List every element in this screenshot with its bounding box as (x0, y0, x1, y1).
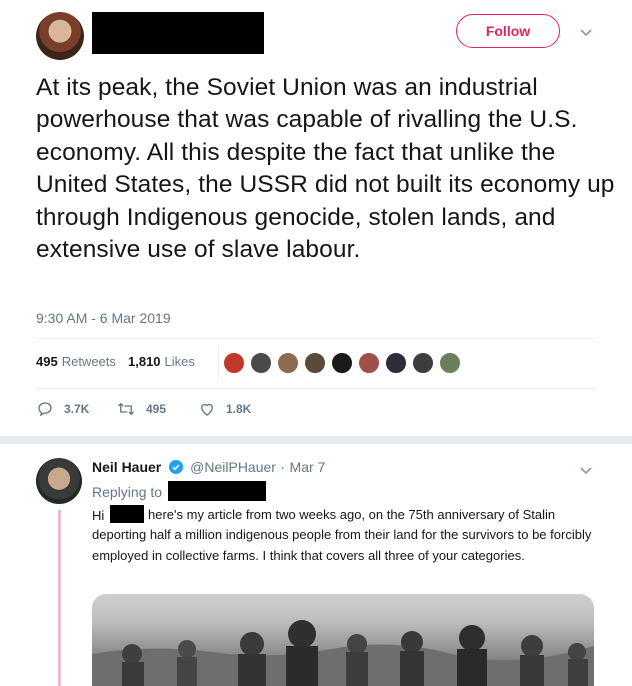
reply-author-name[interactable]: Neil Hauer (92, 459, 161, 475)
liker-avatar[interactable] (330, 351, 354, 375)
liker-avatar[interactable] (357, 351, 381, 375)
reply-count: 3.7K (64, 402, 90, 416)
meta-separator: · (280, 459, 286, 475)
stats-separator (218, 346, 219, 380)
reply-author-handle[interactable]: @NeilPHauer (190, 459, 276, 475)
replying-to-label: Replying to (92, 484, 163, 500)
likes-stat[interactable]: 1,810 Likes (128, 354, 195, 369)
redacted-author-name (92, 12, 264, 54)
retweets-stat[interactable]: 495 Retweets (36, 354, 116, 369)
divider (36, 388, 596, 389)
follow-button[interactable]: Follow (456, 14, 560, 48)
reply-text: here's my article from two weeks ago, on… (92, 505, 612, 566)
divider (36, 338, 596, 339)
reply-body: here's my article from two weeks ago, on… (92, 507, 592, 563)
tweet-timestamp[interactable]: 9:30 AM - 6 Mar 2019 (36, 310, 171, 326)
retweets-label: Retweets (61, 354, 116, 369)
section-divider (0, 436, 632, 444)
reply-icon (38, 402, 52, 417)
reply-date[interactable]: Mar 7 (290, 459, 326, 475)
photo-crowd-silhouettes (92, 620, 594, 686)
liker-avatar[interactable] (411, 351, 435, 375)
reply-action[interactable]: 3.7K (36, 400, 89, 418)
retweet-count: 495 (146, 402, 167, 416)
thread-line (58, 510, 61, 686)
redacted-replying-to (168, 481, 266, 501)
retweets-count: 495 (36, 354, 58, 369)
like-action[interactable]: 1.8K (198, 400, 251, 418)
likes-count: 1,810 (128, 354, 161, 369)
chevron-down-icon[interactable] (578, 462, 594, 478)
tweet-text: At its peak, the Soviet Union was an ind… (36, 74, 615, 264)
liker-avatar[interactable] (276, 351, 300, 375)
liker-avatar[interactable] (303, 351, 327, 375)
liker-avatar[interactable] (222, 351, 246, 375)
chevron-down-icon[interactable] (578, 24, 594, 40)
retweet-icon (118, 402, 134, 416)
reply-header: Neil Hauer @NeilPHauer · Mar 7 (92, 459, 325, 479)
embedded-photo[interactable] (92, 594, 594, 686)
liker-avatar[interactable] (384, 351, 408, 375)
retweet-action[interactable]: 495 (116, 400, 166, 418)
verified-icon (168, 460, 183, 479)
liker-avatar[interactable] (249, 351, 273, 375)
liker-avatar[interactable] (438, 351, 462, 375)
likes-label: Likes (164, 354, 195, 369)
like-count: 1.8K (226, 402, 252, 416)
author-avatar[interactable] (36, 12, 84, 60)
reply-author-avatar[interactable] (36, 458, 82, 504)
heart-icon (201, 403, 213, 416)
